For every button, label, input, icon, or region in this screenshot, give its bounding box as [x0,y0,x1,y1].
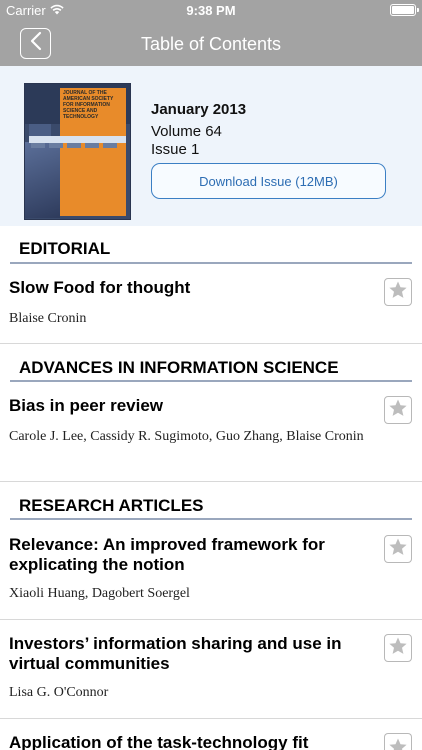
section-rule [10,262,412,264]
star-icon [388,737,408,750]
cover-strip [29,136,126,148]
page-title: Table of Contents [140,34,282,54]
star-icon [388,280,408,305]
row-divider [0,343,422,344]
section-heading-research: RESEARCH ARTICLES [19,496,204,515]
section-heading-advances: ADVANCES IN INFORMATION SCIENCE [19,358,339,377]
issue-date: January 2013 [151,101,247,118]
issue-number: Issue 1 [151,141,200,158]
article-authors: Blaise Cronin [9,311,87,326]
favorite-button[interactable] [384,733,412,750]
issue-cover-image[interactable]: JOURNAL OF THE AMERICAN SOCIETY FOR INFO… [24,83,131,220]
navigation-bar: Table of Contents [0,22,422,66]
favorite-button[interactable] [384,396,412,424]
section-heading-editorial: EDITORIAL [19,239,111,258]
battery-icon [390,4,419,16]
row-divider [0,481,422,482]
row-divider [0,619,422,620]
article-authors: Carole J. Lee, Cassidy R. Sugimoto, Guo … [9,429,364,444]
article-title[interactable]: Bias in peer review [9,396,369,416]
favorite-button[interactable] [384,278,412,306]
article-title[interactable]: Slow Food for thought [9,278,369,298]
status-right [390,3,419,16]
article-title[interactable]: Investors’ information sharing and use i… [9,634,369,674]
article-title[interactable]: Application of the task-technology fit [9,733,369,750]
section-rule [10,380,412,382]
article-authors: Xiaoli Huang, Dagobert Soergel [9,586,190,601]
section-rule [10,518,412,520]
status-time: 9:38 PM [186,3,236,18]
article-authors: Lisa G. O'Connor [9,685,109,700]
row-divider [0,718,422,719]
cover-wave [25,142,60,218]
status-bar: Carrier 9:38 PM [0,0,422,22]
star-icon [388,537,408,562]
issue-header: JOURNAL OF THE AMERICAN SOCIETY FOR INFO… [0,66,422,226]
star-icon [388,398,408,423]
star-icon [388,636,408,661]
issue-volume: Volume 64 [151,123,222,140]
favorite-button[interactable] [384,535,412,563]
article-title[interactable]: Relevance: An improved framework for exp… [9,535,369,575]
download-issue-button[interactable]: Download Issue (12MB) [151,163,386,199]
favorite-button[interactable] [384,634,412,662]
cover-title: JOURNAL OF THE AMERICAN SOCIETY FOR INFO… [63,90,114,120]
